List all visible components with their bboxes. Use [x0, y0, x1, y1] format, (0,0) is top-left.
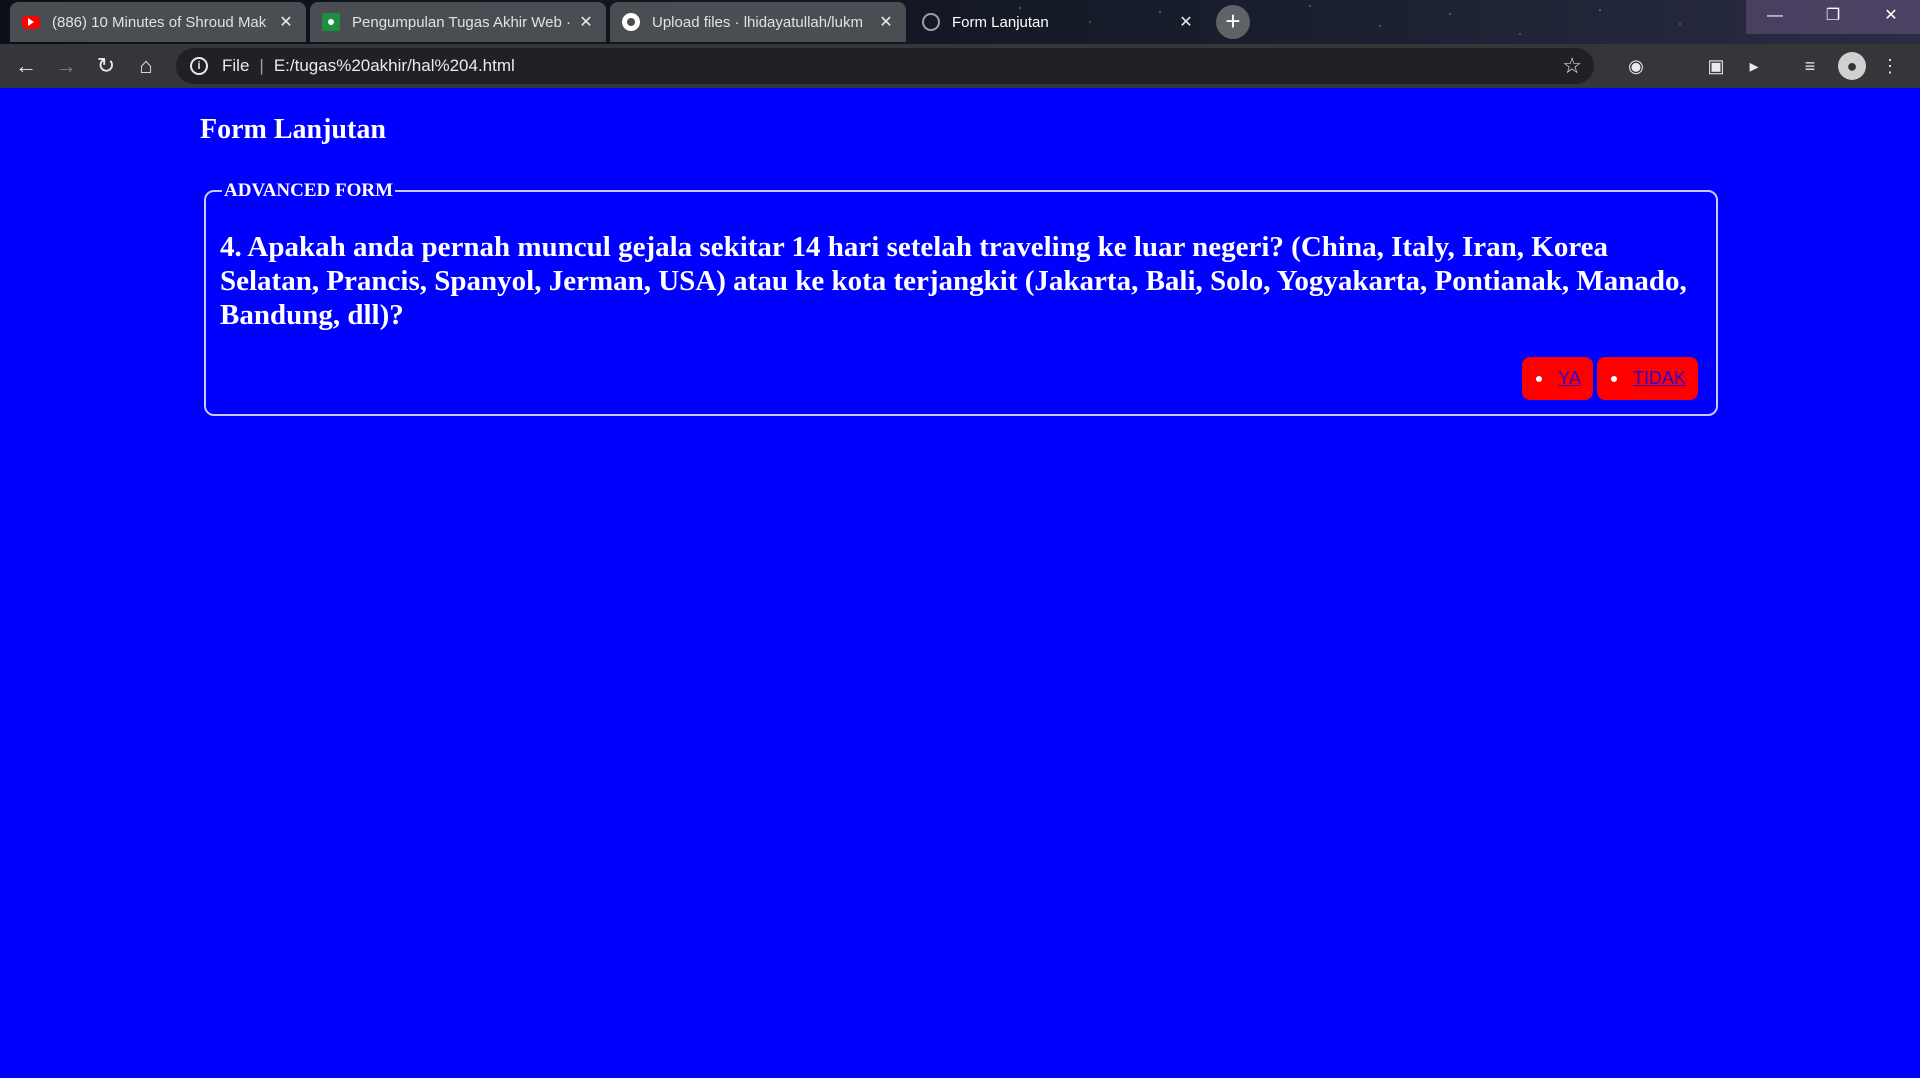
tab-title: Upload files · lhidayatullah/lukm [652, 13, 863, 31]
home-icon[interactable]: ⌂ [126, 46, 166, 86]
answer-no-link[interactable]: TIDAK [1633, 368, 1686, 389]
answer-list: YA TIDAK [1522, 357, 1698, 400]
answer-yes-link[interactable]: YA [1558, 368, 1581, 389]
tab-form-lanjutan[interactable]: Form Lanjutan ✕ [910, 2, 1206, 42]
url-separator: | [259, 56, 264, 75]
advanced-form: ADVANCED FORM 4. Apakah anda pernah munc… [204, 180, 1718, 416]
media-queue-icon[interactable]: ≡ [1796, 52, 1824, 80]
reload-icon[interactable]: ↻ [86, 46, 126, 86]
answer-no-button[interactable]: TIDAK [1596, 357, 1698, 400]
site-info-icon[interactable]: i [190, 57, 208, 75]
bullet-icon [1610, 375, 1617, 382]
back-arrow-icon[interactable]: ← [6, 46, 46, 86]
url-text[interactable]: E:/tugas%20akhir/hal%204.html [274, 56, 515, 76]
form-legend: ADVANCED FORM [224, 180, 394, 201]
close-tab-icon[interactable]: ✕ [1178, 12, 1194, 32]
browser-tab-strip: (886) 10 Minutes of Shroud Mak ✕ Pengump… [0, 0, 1920, 44]
extension-shield-icon[interactable]: ◉ [1622, 52, 1650, 80]
new-tab-button[interactable]: + [1216, 5, 1250, 39]
address-bar[interactable]: i File | E:/tugas%20akhir/hal%204.html ☆ [176, 48, 1594, 84]
tab-youtube[interactable]: (886) 10 Minutes of Shroud Mak ✕ [10, 2, 306, 42]
close-window-icon[interactable]: ✕ [1862, 0, 1920, 34]
tab-title: Pengumpulan Tugas Akhir Web · [352, 13, 570, 31]
extension-play-icon[interactable]: ▸ [1740, 52, 1768, 80]
close-tab-icon[interactable]: ✕ [878, 12, 894, 32]
classroom-icon [322, 13, 340, 31]
answer-yes-button[interactable]: YA [1522, 357, 1593, 400]
url-scheme-label: File [222, 56, 250, 75]
bookmark-star-icon[interactable]: ☆ [1562, 53, 1582, 79]
globe-icon [922, 13, 940, 31]
youtube-icon [22, 15, 40, 29]
forward-arrow-icon[interactable]: → [46, 46, 86, 86]
tab-title: Form Lanjutan [952, 13, 1049, 31]
profile-avatar[interactable]: ● [1838, 52, 1866, 80]
github-icon [622, 13, 640, 31]
browser-toolbar: ← → ↻ ⌂ i File | E:/tugas%20akhir/hal%20… [0, 44, 1920, 88]
window-controls: — ❐ ✕ [1746, 0, 1920, 34]
tab-github[interactable]: Upload files · lhidayatullah/lukm ✕ [610, 2, 906, 42]
page-title: Form Lanjutan [200, 114, 386, 145]
page-content: Form Lanjutan ADVANCED FORM 4. Apakah an… [0, 88, 1920, 1078]
bullet-icon [1536, 375, 1543, 382]
tab-title: (886) 10 Minutes of Shroud Mak [52, 13, 267, 31]
close-tab-icon[interactable]: ✕ [278, 12, 294, 32]
extension-line-icon[interactable]: ▣ [1702, 52, 1730, 80]
menu-kebab-icon[interactable]: ⋮ [1876, 52, 1904, 80]
minimize-icon[interactable]: — [1746, 0, 1804, 34]
close-tab-icon[interactable]: ✕ [578, 12, 594, 32]
question-text: 4. Apakah anda pernah muncul gejala seki… [220, 231, 1687, 331]
tab-classroom[interactable]: Pengumpulan Tugas Akhir Web · ✕ [310, 2, 606, 42]
maximize-icon[interactable]: ❐ [1804, 0, 1862, 34]
